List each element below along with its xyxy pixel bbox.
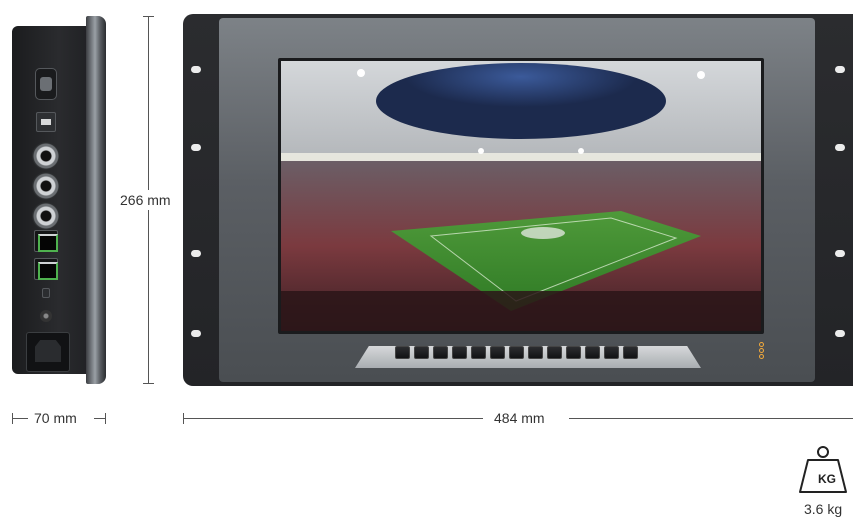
panel-button[interactable]: [414, 346, 429, 359]
panel-button[interactable]: [566, 346, 581, 359]
depth-label: 70 mm: [34, 410, 77, 426]
weight-value: 3.6 kg: [804, 501, 843, 517]
power-inlet-icon: [26, 332, 70, 372]
rack-mount-hole: [835, 250, 845, 257]
rack-mount-hole: [191, 144, 201, 151]
rack-mount-hole: [835, 66, 845, 73]
panel-button[interactable]: [585, 346, 600, 359]
usb-c-port-icon: [42, 288, 50, 298]
side-chassis: [12, 26, 90, 374]
weight-badge: KG 3.6 kg: [796, 444, 852, 518]
panel-button[interactable]: [433, 346, 448, 359]
panel-button[interactable]: [452, 346, 467, 359]
width-label: 484 mm: [494, 410, 545, 426]
rack-mount-hole: [191, 250, 201, 257]
height-label: 266 mm: [120, 190, 171, 210]
panel-button[interactable]: [547, 346, 562, 359]
panel-button[interactable]: [604, 346, 619, 359]
panel-button[interactable]: [395, 346, 410, 359]
rack-mount-hole: [191, 330, 201, 337]
brand-logo-icon: [759, 342, 764, 359]
panel-button[interactable]: [528, 346, 543, 359]
weight-unit-label: KG: [818, 472, 836, 486]
stadium-image: [281, 61, 761, 331]
rack-mount-hole: [835, 330, 845, 337]
ethernet-port-icon: [34, 258, 58, 280]
device-front-view: [183, 14, 853, 386]
monitor-screen: [278, 58, 764, 334]
weight-icon: [799, 446, 847, 493]
ground-screw-icon: [40, 310, 52, 322]
panel-button[interactable]: [490, 346, 505, 359]
serial-port-icon: [35, 68, 57, 100]
rack-mount-hole: [191, 66, 201, 73]
panel-button[interactable]: [509, 346, 524, 359]
bnc-connector-icon: [32, 142, 60, 170]
ethernet-port-icon: [34, 230, 58, 252]
bnc-connector-icon: [32, 202, 60, 230]
side-bezel: [86, 16, 106, 384]
front-panel: [219, 18, 815, 382]
rack-mount-hole: [835, 144, 845, 151]
device-side-view: [12, 16, 106, 384]
panel-button[interactable]: [471, 346, 486, 359]
bnc-connector-icon: [32, 172, 60, 200]
panel-button[interactable]: [623, 346, 638, 359]
front-panel-buttons: [395, 346, 638, 359]
usb-port-icon: [36, 112, 56, 132]
